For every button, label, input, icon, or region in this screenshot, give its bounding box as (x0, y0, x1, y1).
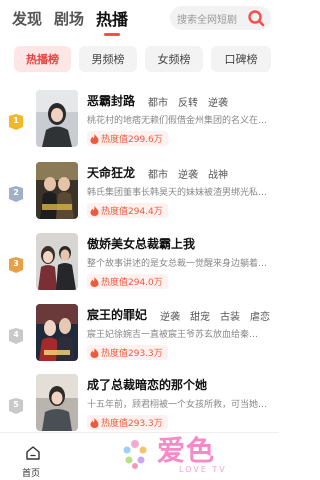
top-tab-bar: 发现 剧场 热播 搜索全网短剧 (0, 0, 279, 36)
drama-title: 傲娇美女总裁霸上我 (87, 237, 196, 251)
search-box[interactable]: 搜索全网短剧 (170, 6, 271, 30)
list-item[interactable]: 4 宸王的罪妃 逆袭 甜宠 古装 虐恋 宸王妃徐婉吉一直被宸王爷苏玄放血给秦… … (0, 302, 279, 362)
ranking-chips: 热播榜 男频榜 女频榜 口碑榜 (0, 46, 279, 74)
heat-badge: 热度值294.0万 (87, 274, 168, 289)
tag-list: 都市 反转 逆袭 (148, 94, 228, 109)
rank-badge: 4 (9, 328, 23, 344)
drama-cover-image[interactable] (36, 90, 78, 147)
flame-icon (90, 347, 99, 358)
tab-theater[interactable]: 剧场 (54, 8, 84, 29)
rank-badge: 2 (9, 186, 23, 202)
chip-hot-ranking[interactable]: 热播榜 (14, 46, 71, 72)
tag: 逆袭 (160, 312, 180, 323)
tag: 古装 (220, 312, 240, 323)
home-icon[interactable] (25, 445, 41, 461)
drama-cover-image[interactable] (36, 162, 78, 219)
watermark-logo: 爱色 LOVE TV (119, 432, 243, 480)
tag-list: 都市 逆袭 战神 (148, 166, 228, 181)
tab-trending[interactable]: 热播 (96, 6, 128, 30)
drama-cover-image[interactable] (36, 374, 78, 431)
heat-badge: 热度值293.3万 (87, 415, 168, 430)
drama-description: 整个故事讲述的是女总裁一觉醒来身边躺着… (87, 259, 268, 269)
drama-description: 桃花村的地痞无赖们假借金州集团的名义在… (87, 116, 268, 126)
tag: 都市 (148, 98, 168, 109)
heat-value: 热度值299.6万 (101, 135, 163, 145)
drama-description: 十五年前，顾君栩被一个女孩所救，可当她… (87, 400, 268, 410)
rank-badge: 1 (9, 114, 23, 130)
tag: 战神 (208, 170, 228, 181)
tag: 反转 (178, 98, 198, 109)
list-item[interactable]: 2 天命狂龙 都市 逆袭 战神 韩氏集团董事长韩昊天的妹妹被渣男绑光私… 热度值… (0, 160, 279, 220)
heat-value: 热度值294.4万 (101, 207, 163, 217)
tag: 逆袭 (208, 98, 228, 109)
nav-home-label[interactable]: 首页 (22, 466, 40, 479)
flame-icon (90, 205, 99, 216)
tag: 逆袭 (178, 170, 198, 181)
drama-description: 韩氏集团董事长韩昊天的妹妹被渣男绑光私… (87, 188, 268, 198)
search-icon[interactable] (247, 9, 265, 27)
heat-value: 热度值293.3万 (101, 349, 163, 359)
drama-title: 宸王的罪妃 (87, 308, 148, 322)
heat-value: 热度值294.0万 (101, 278, 163, 288)
chip-reputation-ranking[interactable]: 口碑榜 (211, 46, 271, 72)
drama-description: 宸王妃徐婉吉一直被宸王爷苏玄放血给秦… (87, 330, 259, 340)
drama-cover-image[interactable] (36, 304, 78, 361)
drama-title: 天命狂龙 (87, 166, 136, 180)
heat-badge: 热度值294.4万 (87, 203, 168, 218)
flame-icon (90, 133, 99, 144)
flame-icon (90, 276, 99, 287)
tag: 都市 (148, 170, 168, 181)
drama-title: 恶霸封路 (87, 94, 136, 108)
heat-badge: 热度值293.3万 (87, 345, 168, 360)
logo-mark (123, 440, 147, 469)
heat-badge: 热度值299.6万 (87, 131, 168, 146)
list-item[interactable]: 1 恶霸封路 都市 反转 逆袭 桃花村的地痞无赖们假借金州集团的名义在… 热度值… (0, 88, 279, 148)
drama-title: 成了总裁暗恋的那个她 (87, 378, 208, 392)
rank-badge: 5 (9, 398, 23, 414)
watermark-subtext: LOVE TV (179, 465, 227, 474)
list-item[interactable]: 3 傲娇美女总裁霸上我 整个故事讲述的是女总裁一觉醒来身边躺着… 热度值294.… (0, 231, 279, 291)
drama-cover-image[interactable] (36, 233, 78, 290)
tag-list: 逆袭 甜宠 古装 虐恋 (160, 308, 270, 323)
chip-male-ranking[interactable]: 男频榜 (79, 46, 137, 72)
flame-icon (90, 417, 99, 428)
tab-discover[interactable]: 发现 (12, 8, 42, 29)
search-placeholder: 搜索全网短剧 (177, 14, 237, 26)
tag: 甜宠 (190, 312, 210, 323)
chip-female-ranking[interactable]: 女频榜 (145, 46, 203, 72)
tag: 虐恋 (250, 312, 270, 323)
heat-value: 热度值293.3万 (101, 419, 163, 429)
watermark-text: 爱色 (157, 434, 216, 467)
list-item[interactable]: 5 成了总裁暗恋的那个她 十五年前，顾君栩被一个女孩所救，可当她… 热度值293… (0, 372, 279, 432)
rank-badge: 3 (9, 257, 23, 273)
